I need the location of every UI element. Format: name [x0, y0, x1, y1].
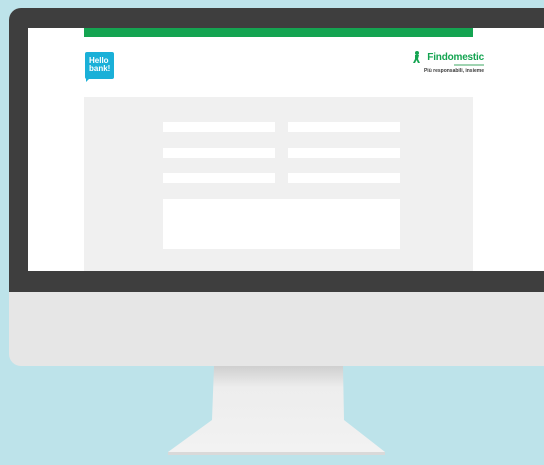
- findomestic-logo-underline: [454, 64, 484, 66]
- form-field-3[interactable]: [163, 148, 275, 158]
- findomestic-tagline: Più responsabili, insieme: [423, 68, 484, 74]
- form-field-4[interactable]: [288, 148, 400, 158]
- runner-figure-icon: [413, 51, 420, 63]
- hello-bank-logo-tail: [86, 77, 91, 82]
- monitor-screen: Hello bank! Findomestic Più responsabili…: [28, 28, 544, 271]
- form-field-2[interactable]: [288, 122, 400, 132]
- form-field-1[interactable]: [163, 122, 275, 132]
- hello-bank-logo[interactable]: Hello bank!: [85, 52, 114, 79]
- findomestic-logo-text: Findomestic: [427, 52, 484, 63]
- message-textarea[interactable]: [163, 199, 400, 249]
- form-panel: [84, 97, 473, 271]
- header-green-bar: [84, 28, 473, 37]
- hello-bank-logo-text: Hello bank!: [89, 56, 111, 73]
- findomestic-logo[interactable]: Findomestic Più responsabili, insieme: [412, 51, 484, 81]
- form-field-6[interactable]: [288, 173, 400, 183]
- monitor-body: Hello bank! Findomestic Più responsabili…: [9, 8, 544, 366]
- form-field-5[interactable]: [163, 173, 275, 183]
